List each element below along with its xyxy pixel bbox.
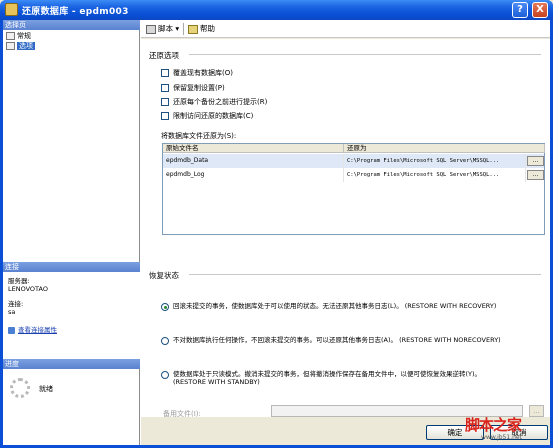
connection-header: 连接: [3, 262, 140, 272]
script-button[interactable]: 脚本 ▾: [146, 23, 179, 35]
checkbox-box[interactable]: [161, 112, 169, 120]
dialog-window: 还原数据库 - epdm003 ? X 选择页 常规 选项 连接 服务器: LE…: [0, 0, 553, 448]
page-icon: [6, 42, 15, 50]
prompt-before-restore-checkbox[interactable]: 还原每个备份之前进行提示(R): [161, 98, 267, 107]
column-header-restore-as[interactable]: 还原为: [344, 144, 545, 153]
browse-button[interactable]: ...: [527, 156, 544, 166]
close-button[interactable]: X: [532, 2, 548, 18]
radio-button[interactable]: [161, 371, 169, 379]
help-toolbar-button[interactable]: 帮助: [188, 23, 215, 35]
prompt-before-restore-label: 还原每个备份之前进行提示(R): [173, 98, 268, 106]
file-restore-as-label: 将数据库文件还原为(S):: [161, 132, 237, 140]
options-content: 还原选项 覆盖现有数据库(O) 保留复制设置(P) 还原每个备份之前进行提示(R…: [141, 39, 550, 418]
help-button[interactable]: ?: [512, 2, 528, 18]
script-icon: [146, 24, 156, 34]
properties-icon: [8, 327, 15, 334]
standby-label-line2: (RESTORE WITH STANDBY): [173, 378, 260, 386]
standby-file-label: 备用文件(I):: [163, 410, 201, 418]
page-general[interactable]: 常规: [6, 31, 31, 41]
radio-button[interactable]: [161, 337, 169, 345]
help-icon: [188, 24, 198, 34]
overwrite-label: 覆盖现有数据库(O): [173, 69, 233, 77]
progress-status: 就绪: [39, 385, 53, 393]
original-file-cell: epdmdb_Data: [163, 154, 344, 168]
toolbar-separator: [183, 23, 184, 35]
page-options[interactable]: 选项: [6, 41, 35, 51]
right-pane: 脚本 ▾ 帮助 还原选项 覆盖现有数据库(O) 保留复制设置(P) 还原每个备份…: [141, 20, 550, 445]
section-divider: [189, 54, 541, 55]
watermark-url: www.jb51.net: [481, 434, 522, 441]
help-toolbar-label: 帮助: [200, 24, 215, 33]
page-general-label: 常规: [17, 32, 31, 40]
recovery-radio-label: 回滚未提交的事务，使数据库处于可以使用的状态。无法还原其他事务日志(L)。 (R…: [173, 302, 497, 310]
radio-button[interactable]: [161, 303, 169, 311]
keep-replication-checkbox[interactable]: 保留复制设置(P): [161, 84, 225, 93]
connection-value: sa: [8, 308, 16, 316]
restore-options-title: 还原选项: [149, 51, 179, 60]
server-value: LENOVOTAO: [8, 285, 48, 293]
page-icon: [6, 32, 15, 40]
standby-radio-label: 使数据库处于只读模式。撤消未提交的事务，但将撤消操作保存在备用文件中，以便可使恢…: [173, 370, 543, 386]
recovery-state-title: 恢复状态: [149, 271, 179, 280]
overwrite-checkbox[interactable]: 覆盖现有数据库(O): [161, 69, 233, 78]
restore-as-cell[interactable]: C:\Program Files\Microsoft SQL Server\MS…: [344, 168, 526, 182]
section-divider: [189, 274, 541, 275]
norecovery-radio-label: 不对数据库执行任何操作，不回滚未提交的事务。可以还原其他事务日志(A)。 (RE…: [173, 336, 501, 344]
checkbox-box[interactable]: [161, 84, 169, 92]
file-restore-grid: 原始文件名 还原为 epdmdb_Data C:\Program Files\M…: [162, 143, 545, 235]
left-pane: 选择页 常规 选项 连接 服务器: LENOVOTAO 连接: sa 查看连接属…: [3, 20, 140, 445]
standby-label-line1: 使数据库处于只读模式。撤消未提交的事务，但将撤消操作保存在备用文件中，以便可使恢…: [173, 370, 482, 378]
progress-spinner-icon: [10, 378, 30, 398]
page-options-label: 选项: [17, 42, 35, 50]
table-row[interactable]: epdmdb_Data C:\Program Files\Microsoft S…: [163, 154, 544, 168]
database-icon: [5, 3, 18, 16]
original-file-cell: epdmdb_Log: [163, 168, 344, 182]
dialog-client: 选择页 常规 选项 连接 服务器: LENOVOTAO 连接: sa 查看连接属…: [3, 20, 550, 445]
window-title: 还原数据库 - epdm003: [22, 7, 129, 17]
checkbox-box[interactable]: [161, 98, 169, 106]
select-page-header: 选择页: [3, 20, 140, 30]
progress-area: 就绪: [3, 369, 140, 445]
table-row[interactable]: epdmdb_Log C:\Program Files\Microsoft SQ…: [163, 168, 544, 182]
restore-as-cell[interactable]: C:\Program Files\Microsoft SQL Server\MS…: [344, 154, 526, 168]
keep-replication-label: 保留复制设置(P): [173, 84, 225, 92]
restrict-access-label: 限制访问还原的数据库(C): [173, 112, 254, 120]
restrict-access-checkbox[interactable]: 限制访问还原的数据库(C): [161, 112, 253, 121]
title-bar[interactable]: 还原数据库 - epdm003 ? X: [0, 0, 553, 20]
browse-button[interactable]: ...: [527, 170, 544, 180]
site-watermark: 脚本之家 www.jb51.net: [465, 414, 551, 446]
progress-header: 进度: [3, 359, 140, 369]
view-connection-properties-text: 查看连接属性: [18, 326, 57, 334]
watermark-text: 脚本之家: [465, 416, 522, 434]
toolbar: 脚本 ▾ 帮助: [141, 20, 550, 38]
column-header-original[interactable]: 原始文件名: [163, 144, 344, 153]
script-button-label: 脚本 ▾: [158, 24, 180, 33]
connection-area: 服务器: LENOVOTAO 连接: sa 查看连接属性: [3, 272, 140, 359]
checkbox-box[interactable]: [161, 69, 169, 77]
